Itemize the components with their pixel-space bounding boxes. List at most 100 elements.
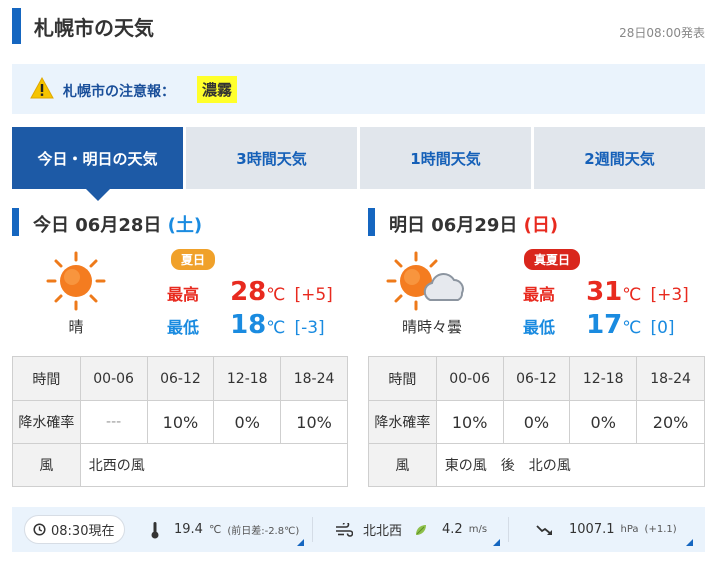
weather-advisory-box: 札幌市の注意報： 濃霧 xyxy=(12,64,705,114)
tomorrow-low-diff: [0] xyxy=(650,318,675,338)
pressure-unit: hPa xyxy=(620,524,639,535)
table-row: 時間 00-06 06-12 12-18 18-24 xyxy=(12,356,348,401)
tomorrow-forecast-table: 時間 00-06 06-12 12-18 18-24 降水確率 10% 0% 0… xyxy=(368,356,706,487)
day-of-week: (日) xyxy=(523,215,559,236)
period-header: 12-18 xyxy=(569,356,638,401)
wind-speed: 4.2 xyxy=(442,522,463,537)
period-header: 12-18 xyxy=(213,356,282,401)
temp-unit: ℃ xyxy=(622,285,642,305)
observation-temperature[interactable]: 19.4 ℃ (前日差:-2.8℃) xyxy=(150,507,299,552)
today-low-diff: [-3] xyxy=(294,318,325,338)
pressure-diff: (+1.1) xyxy=(644,524,677,535)
precip-cell: 0% xyxy=(213,400,282,444)
temp-unit: ℃ xyxy=(622,318,642,338)
precip-cell: 0% xyxy=(502,400,571,444)
precip-cell: 10% xyxy=(146,400,215,444)
precip-cell: 0% xyxy=(569,400,638,444)
expand-corner-icon xyxy=(686,539,693,546)
advisory-fog-link[interactable]: 濃霧 xyxy=(197,76,238,103)
today-forecast-table: 時間 00-06 06-12 12-18 18-24 降水確率 --- 10% … xyxy=(12,356,349,487)
tab-today-tomorrow[interactable]: 今日・明日の天気 xyxy=(12,127,183,201)
tab-2-week[interactable]: 2週間天気 xyxy=(534,127,705,189)
period-header: 00-06 xyxy=(79,356,148,401)
announcement-time: 28日08:00発表 xyxy=(619,26,705,40)
divider xyxy=(312,517,313,542)
today-high-row: 最高 28℃ [+5] xyxy=(167,277,333,307)
wind-direction: 北北西 xyxy=(363,524,403,539)
precip-header: 降水確率 xyxy=(12,400,81,444)
table-row: 降水確率 --- 10% 0% 10% xyxy=(12,400,348,444)
precip-header: 降水確率 xyxy=(368,400,437,444)
wind-direction-arrow-icon xyxy=(416,524,427,535)
today-heading: 今日 06月28日 (土) xyxy=(33,211,202,237)
trend-down-arrow-icon xyxy=(536,524,552,535)
tomorrow-low-row: 最低 17℃ [0] xyxy=(523,310,675,340)
temperature-value: 19.4 xyxy=(174,522,203,537)
observation-pressure[interactable]: 1007.1 hPa (+1.1) xyxy=(536,507,677,552)
expand-corner-icon xyxy=(493,539,500,546)
tomorrow-weather-text: 晴時々曇 xyxy=(401,318,462,336)
day-prefix: 今日 xyxy=(33,215,69,236)
clock-icon xyxy=(33,523,46,536)
low-label: 最低 xyxy=(523,318,556,337)
today-low-temp: 18 xyxy=(230,310,267,340)
low-label: 最低 xyxy=(167,318,200,337)
wind-cell: 東の風 後 北の風 xyxy=(435,443,706,487)
tab-3-hour[interactable]: 3時間天気 xyxy=(186,127,357,189)
temp-unit: ℃ xyxy=(266,318,286,338)
page-title: 札幌市の天気 xyxy=(34,16,154,40)
day-accent-bar xyxy=(12,208,19,236)
today-low-row: 最低 18℃ [-3] xyxy=(167,310,325,340)
title-accent-bar xyxy=(12,8,21,44)
day-date: 06月28日 xyxy=(75,215,162,236)
summer-day-badge: 夏日 xyxy=(171,249,216,270)
day-accent-bar xyxy=(368,208,375,236)
observation-time-pill[interactable]: 08:30現在 xyxy=(24,515,126,544)
period-header: 18-24 xyxy=(280,356,348,401)
tomorrow-heading: 明日 06月29日 (日) xyxy=(389,211,558,237)
tab-1-hour[interactable]: 1時間天気 xyxy=(360,127,531,189)
wind-header: 風 xyxy=(12,443,81,487)
today-high-diff: [+5] xyxy=(294,285,333,305)
day-prefix: 明日 xyxy=(389,215,425,236)
pressure-value: 1007.1 xyxy=(569,522,615,537)
page-header: 札幌市の天気 28日08:00発表 xyxy=(12,6,707,44)
wind-unit: m/s xyxy=(468,524,488,535)
divider xyxy=(508,517,509,542)
wind-icon xyxy=(336,522,353,537)
tomorrow-low-temp: 17 xyxy=(586,310,623,340)
period-header: 18-24 xyxy=(636,356,705,401)
sun-icon xyxy=(46,251,106,311)
tomorrow-high-temp: 31 xyxy=(586,277,623,307)
period-header: 00-06 xyxy=(435,356,504,401)
time-header: 時間 xyxy=(368,356,437,401)
tomorrow-high-row: 最高 31℃ [+3] xyxy=(523,277,689,307)
forecast-tabs: 今日・明日の天気 3時間天気 1時間天気 2週間天気 xyxy=(12,127,705,201)
current-observation-bar: 08:30現在 19.4 ℃ (前日差:-2.8℃) 北北西 4.2 m/s 1… xyxy=(12,507,705,552)
observation-wind[interactable]: 北北西 4.2 m/s xyxy=(335,507,487,552)
wind-header: 風 xyxy=(368,443,437,487)
table-row: 降水確率 10% 0% 0% 20% xyxy=(368,400,705,444)
precip-cell: --- xyxy=(79,400,148,444)
expand-corner-icon xyxy=(297,539,304,546)
table-row: 風 東の風 後 北の風 xyxy=(368,443,706,487)
midsummer-day-badge: 真夏日 xyxy=(524,249,581,270)
sun-cloud-icon xyxy=(386,251,464,311)
today-high-temp: 28 xyxy=(230,277,267,307)
tomorrow-high-diff: [+3] xyxy=(650,285,689,305)
temperature-unit: ℃ xyxy=(208,523,222,536)
table-row: 風 北西の風 xyxy=(12,443,349,487)
temperature-diff: (前日差:-2.8℃) xyxy=(227,526,300,537)
table-row: 時間 00-06 06-12 12-18 18-24 xyxy=(368,356,705,401)
thermometer-icon xyxy=(151,521,159,538)
high-label: 最高 xyxy=(523,285,556,304)
warning-icon xyxy=(30,77,54,99)
observation-time: 08:30現在 xyxy=(51,524,115,539)
wind-cell: 北西の風 xyxy=(79,443,349,487)
precip-cell: 10% xyxy=(280,400,348,444)
precip-cell: 10% xyxy=(435,400,504,444)
period-header: 06-12 xyxy=(146,356,215,401)
high-label: 最高 xyxy=(167,285,200,304)
time-header: 時間 xyxy=(12,356,81,401)
day-of-week: (土) xyxy=(167,215,203,236)
